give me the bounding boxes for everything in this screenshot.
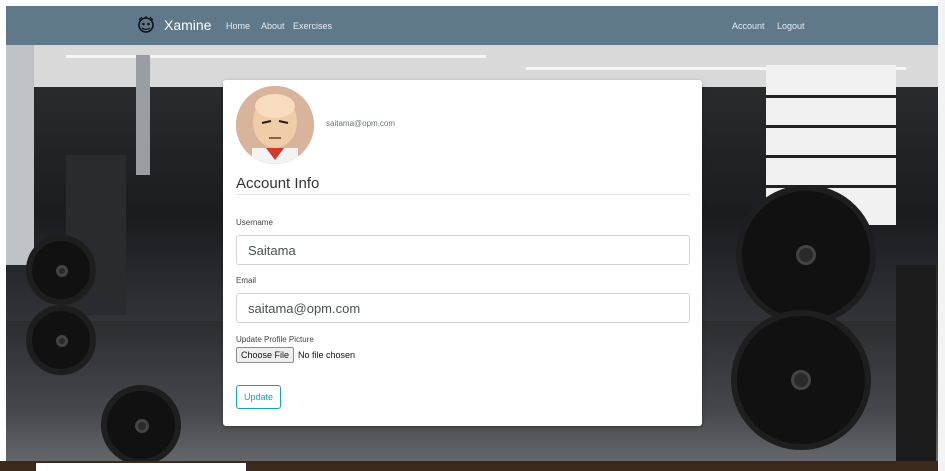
nav-link-account[interactable]: Account <box>732 21 765 31</box>
background-pillar <box>136 55 150 175</box>
brand-name: Xamine <box>164 17 212 33</box>
email-input[interactable] <box>236 293 690 323</box>
email-label: Email <box>236 276 257 285</box>
nav-link-logout[interactable]: Logout <box>777 21 805 31</box>
picture-label: Update Profile Picture <box>236 335 314 344</box>
choose-file-button[interactable]: Choose File <box>236 347 295 363</box>
background-ceiling-light <box>66 55 486 58</box>
username-input[interactable] <box>236 235 690 265</box>
file-input[interactable]: Choose File No file chosen <box>236 347 355 363</box>
bottom-taskbar-tab[interactable] <box>36 463 246 471</box>
background-rack-bar <box>766 95 896 98</box>
file-status: No file chosen <box>298 350 356 360</box>
account-card: saitama@opm.com Account Info Username Em… <box>223 80 702 426</box>
xamine-logo-icon <box>138 16 154 33</box>
navbar: Xamine Home About Exercises Account Logo… <box>6 6 945 45</box>
nav-link-exercises[interactable]: Exercises <box>293 21 332 31</box>
brand[interactable]: Xamine <box>136 15 211 35</box>
nav-link-about[interactable]: About <box>261 21 285 31</box>
background-pillar <box>6 45 34 265</box>
background-weight-plate <box>26 305 96 375</box>
profile-email: saitama@opm.com <box>326 119 396 128</box>
page: Xamine Home About Exercises Account Logo… <box>6 6 945 471</box>
username-label: Username <box>236 218 273 227</box>
section-divider <box>236 194 690 195</box>
background-rack-bar <box>766 125 896 128</box>
background-weight-plate <box>26 235 96 305</box>
nav-link-home[interactable]: Home <box>226 21 250 31</box>
update-button[interactable]: Update <box>236 385 282 409</box>
background-rack-bar <box>766 155 896 158</box>
background-weight-plate <box>736 185 876 325</box>
background-plate-stack <box>896 265 936 471</box>
background-weight-plate <box>101 385 181 465</box>
scrollbar[interactable] <box>938 0 945 471</box>
avatar <box>236 86 314 164</box>
section-title: Account Info <box>236 175 320 192</box>
avatar-image <box>236 86 314 164</box>
background-weight-plate <box>731 310 871 450</box>
